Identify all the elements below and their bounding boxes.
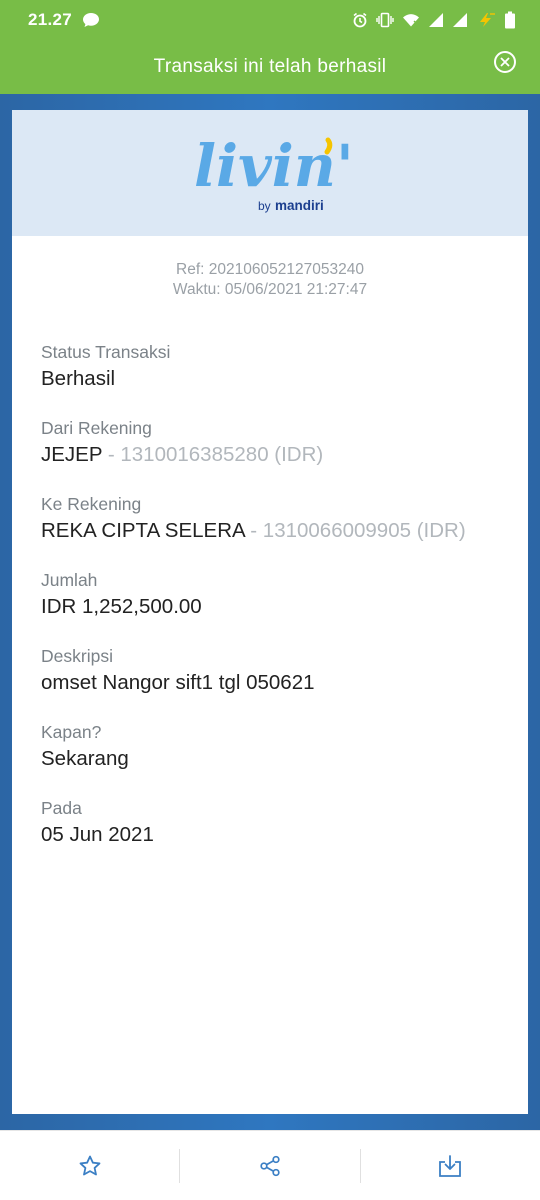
field-value: JEJEP - 1310016385280 (IDR) — [41, 443, 324, 466]
field-date: Pada 05 Jun 2021 — [41, 796, 499, 850]
logo-header: livin' by mandiri — [12, 110, 528, 236]
field-amount: Jumlah IDR 1,252,500.00 — [41, 568, 499, 622]
field-destination-account: Ke Rekening REKA CIPTA SELERA - 13100660… — [41, 492, 499, 546]
field-label: Status Transaksi — [41, 342, 171, 362]
transaction-time: Waktu: 05/06/2021 21:27:47 — [172, 281, 368, 298]
receipt-frame: livin' by mandiri Ref: 20210605212705324… — [0, 94, 540, 1130]
field-label: Dari Rekening — [41, 418, 152, 438]
field-value: REKA CIPTA SELERA - 1310066009905 (IDR) — [41, 519, 466, 542]
field-value: 05 Jun 2021 — [41, 823, 154, 846]
close-icon[interactable] — [494, 51, 516, 73]
field-label: Pada — [41, 798, 82, 818]
receipt-card: livin' by mandiri Ref: 20210605212705324… — [12, 110, 528, 1114]
status-time: 21.27 — [28, 10, 73, 29]
star-icon — [79, 1155, 101, 1175]
svg-text:mandiri: mandiri — [275, 198, 324, 213]
share-button[interactable] — [180, 1149, 359, 1183]
field-source-account: Dari Rekening JEJEP - 1310016385280 (IDR… — [41, 416, 499, 470]
banner-title: Transaksi ini telah berhasil — [153, 56, 387, 77]
signal-icon — [453, 13, 467, 27]
field-when: Kapan? Sekarang — [41, 720, 499, 774]
reference-number: Ref: 202106052127053240 — [176, 261, 364, 278]
vibrate-icon — [376, 12, 394, 28]
chat-bubble-icon — [83, 13, 100, 27]
status-bar: 21.27 — [0, 0, 540, 40]
download-button[interactable] — [361, 1149, 540, 1183]
account-number: - 1310016385280 (IDR) — [102, 443, 324, 466]
transaction-details: Status Transaksi Berhasil Dari Rekening … — [12, 340, 528, 850]
field-label: Deskripsi — [41, 646, 113, 666]
field-description: Deskripsi omset Nangor sift1 tgl 050621 — [41, 644, 499, 698]
field-value: IDR 1,252,500.00 — [41, 595, 202, 618]
field-value: omset Nangor sift1 tgl 050621 — [41, 671, 315, 694]
signal-icon — [429, 13, 443, 27]
livin-logo: livin' by mandiri — [194, 132, 350, 213]
field-label: Kapan? — [41, 722, 102, 742]
favorite-button[interactable] — [0, 1149, 179, 1183]
field-value: Sekarang — [41, 747, 129, 770]
account-number: - 1310066009905 (IDR) — [244, 519, 466, 542]
field-value: Berhasil — [41, 367, 116, 390]
wifi-icon — [403, 14, 419, 27]
field-status: Status Transaksi Berhasil — [41, 340, 499, 394]
field-label: Jumlah — [41, 570, 98, 590]
transaction-meta: Ref: 202106052127053240 Waktu: 05/06/202… — [12, 260, 528, 300]
share-icon — [260, 1155, 280, 1176]
alarm-icon — [353, 12, 367, 28]
action-bar — [0, 1130, 540, 1200]
battery-saver-icon — [480, 13, 495, 27]
field-label: Ke Rekening — [41, 494, 142, 514]
download-icon — [439, 1154, 462, 1177]
svg-text:by: by — [258, 199, 271, 213]
status-icons — [352, 11, 516, 29]
battery-icon — [505, 11, 515, 29]
success-banner: Transaksi ini telah berhasil — [0, 40, 540, 94]
